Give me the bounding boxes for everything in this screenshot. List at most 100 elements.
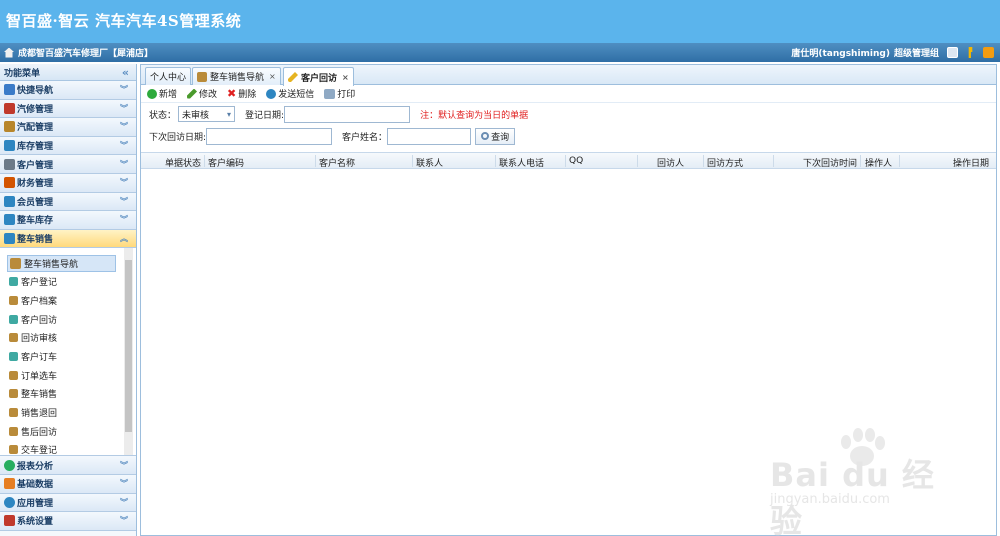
chevron-down-icon: ︾ [120, 85, 128, 95]
delete-button[interactable]: ✖ 删除 [227, 87, 256, 100]
vehicle-sales-submenu: 整车销售导航 客户登记 客户档案 客户回访 回访审核 客户订车 订单选车 整车销… [0, 248, 136, 457]
close-icon[interactable]: × [269, 72, 276, 81]
next-visit-label: 下次回访日期: [149, 132, 207, 143]
col-divider [703, 155, 704, 167]
col-customer-code[interactable]: 客户编码 [208, 156, 244, 169]
watermark-url: jingyan.baidu.com [770, 492, 890, 507]
sidebar-item-base-data[interactable]: 基础数据 ︾ [0, 474, 136, 494]
close-icon[interactable]: × [342, 73, 349, 82]
submenu-item-visit-review[interactable]: 回访审核 [0, 328, 136, 347]
customer-name-label: 客户姓名： [342, 132, 388, 143]
box-icon [9, 389, 18, 399]
submenu-item-customer-archive[interactable]: 客户档案 [0, 291, 136, 310]
box-icon [9, 333, 18, 343]
chevron-down-icon: ︾ [120, 196, 128, 206]
submenu-item-customer-visit[interactable]: 客户回访 [0, 310, 136, 329]
vehicle-sales-icon [4, 233, 15, 245]
sidebar-item-finance[interactable]: 财务管理 ︾ [0, 173, 136, 193]
submenu-item-vehicle-sales[interactable]: 整车销售 [0, 384, 136, 403]
chevron-down-icon: ︾ [120, 103, 128, 113]
box-icon [9, 445, 18, 455]
sidebar: 功能菜单 « 快捷导航 ︾ 汽修管理 ︾ 汽配管理 ︾ 库存管理 ︾ 客户管理 … [0, 64, 137, 536]
submenu-item-order-select[interactable]: 订单选车 [0, 366, 136, 385]
chevron-up-icon: ︽ [120, 234, 128, 244]
submenu-scrollbar-thumb[interactable] [125, 260, 132, 433]
submenu-item-customer-register[interactable]: 客户登记 [0, 272, 136, 291]
chevron-down-icon: ▾ [227, 109, 232, 119]
chart-icon [4, 459, 15, 471]
key-icon[interactable] [968, 47, 973, 58]
customer-name-input[interactable] [387, 127, 472, 145]
box-icon [9, 370, 18, 380]
col-next-visit-time[interactable]: 下次回访时间 [803, 156, 857, 169]
sidebar-item-repair[interactable]: 汽修管理 ︾ [0, 99, 136, 119]
submenu-item-sales-nav[interactable]: 整车销售导航 [7, 255, 116, 273]
home-icon[interactable] [4, 47, 14, 58]
sidebar-item-member[interactable]: 会员管理 ︾ [0, 192, 136, 212]
user-role: 超级管理组 [893, 49, 939, 59]
submenu-item-delivery-register[interactable]: 交车登记 [0, 441, 136, 455]
col-divider [860, 155, 861, 167]
submenu-item-customer-order[interactable]: 客户订车 [0, 347, 136, 366]
col-operate-date[interactable]: 操作日期 [953, 156, 989, 169]
parts-icon [4, 121, 15, 133]
print-button[interactable]: 打印 [324, 87, 355, 100]
tab-customer-visit[interactable]: 客户回访 × [283, 67, 354, 86]
chevron-down-icon: ︾ [120, 178, 128, 188]
tab-personal-center[interactable]: 个人中心 [145, 67, 192, 85]
add-button[interactable]: 新增 [147, 87, 177, 100]
col-contact[interactable]: 联系人 [416, 156, 443, 169]
app-header: 智百盛·智云 汽车汽车4S管理系统 [0, 0, 1000, 43]
logout-icon[interactable] [983, 47, 994, 58]
reg-date-input[interactable] [284, 105, 411, 123]
tab-bar: 个人中心 整车销售导航 × 客户回访 × [141, 65, 996, 86]
sidebar-item-quick-nav[interactable]: 快捷导航 ︾ [0, 81, 136, 100]
col-divider [204, 155, 205, 167]
col-visitor[interactable]: 回访人 [657, 156, 684, 169]
col-divider [495, 155, 496, 167]
edit-button[interactable]: 修改 [187, 87, 217, 100]
tab-sales-nav[interactable]: 整车销售导航 × [192, 67, 281, 85]
col-contact-phone[interactable]: 联系人电话 [499, 156, 544, 169]
monitor-icon[interactable] [947, 47, 958, 58]
app-icon [4, 496, 15, 508]
toolbar: 新增 修改 ✖ 删除 发送短信 打印 [141, 85, 996, 103]
org-name: 成都智百盛汽车修理厂【犀浦店】 [18, 49, 154, 59]
col-qq[interactable]: QQ [569, 156, 583, 166]
settings-icon [4, 515, 15, 527]
org-info: 成都智百盛汽车修理厂【犀浦店】 [4, 46, 153, 59]
col-divider [637, 155, 638, 167]
submenu-item-after-sales-visit[interactable]: 售后回访 [0, 422, 136, 441]
sidebar-item-inventory[interactable]: 库存管理 ︾ [0, 136, 136, 156]
sidebar-item-vehicle-sales[interactable]: 整车销售 ︽ [0, 229, 136, 249]
sidebar-item-reports[interactable]: 报表分析 ︾ [0, 456, 136, 475]
sidebar-item-customer[interactable]: 客户管理 ︾ [0, 155, 136, 174]
sidebar-item-parts[interactable]: 汽配管理 ︾ [0, 118, 136, 137]
box-icon [9, 295, 18, 305]
search-icon [481, 132, 490, 140]
col-customer-name[interactable]: 客户名称 [319, 156, 355, 169]
sidebar-item-system-settings[interactable]: 系统设置 ︾ [0, 512, 136, 531]
grid-header: 单据状态 客户编码 客户名称 联系人 联系人电话 QQ 回访人 回访方式 下次回… [141, 152, 996, 169]
status-select[interactable]: 未审核 ▾ [178, 106, 236, 122]
next-visit-date-input[interactable] [206, 127, 333, 145]
default-query-note: 注：默认查询为当日的单据 [420, 110, 529, 121]
col-divider [773, 155, 774, 167]
submenu-item-sales-return[interactable]: 销售退回 [0, 403, 136, 422]
submenu-scrollbar[interactable] [124, 248, 133, 456]
user-name: 唐仕明(tangshiming) [791, 49, 890, 59]
member-icon [4, 195, 15, 207]
sidebar-item-app-manage[interactable]: 应用管理 ︾ [0, 493, 136, 513]
col-operator[interactable]: 操作人 [865, 156, 892, 169]
filter-row-2: 下次回访日期: 客户姓名： 查询 [141, 125, 996, 147]
query-button[interactable]: 查询 [475, 127, 516, 145]
col-visit-method[interactable]: 回访方式 [707, 156, 743, 169]
sidebar-item-vehicle-stock[interactable]: 整车库存 ︾ [0, 211, 136, 230]
col-doc-status[interactable]: 单据状态 [165, 156, 201, 169]
user-info: 唐仕明(tangshiming) 超级管理组 [791, 46, 994, 59]
delete-icon: ✖ [227, 87, 237, 100]
collapse-sidebar-icon[interactable]: « [122, 66, 129, 79]
pencil-icon [187, 88, 198, 99]
send-sms-button[interactable]: 发送短信 [266, 87, 314, 100]
col-divider [315, 155, 316, 167]
